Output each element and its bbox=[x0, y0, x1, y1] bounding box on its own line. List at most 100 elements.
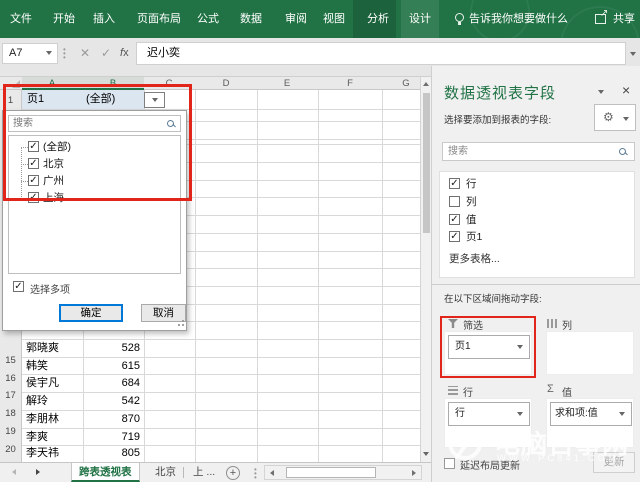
filter-item-label[interactable]: 上海 bbox=[43, 192, 64, 205]
table-row[interactable]: 侯宇凡 684 bbox=[22, 374, 197, 392]
table-row[interactable]: 解玲 542 bbox=[22, 392, 197, 410]
sheet-nav-prev-icon[interactable] bbox=[12, 469, 16, 475]
checkbox-field-values[interactable]: ✓ bbox=[449, 214, 460, 225]
rows-area[interactable]: 行 bbox=[444, 398, 532, 448]
scroll-right-icon[interactable] bbox=[412, 470, 416, 476]
new-sheet-button[interactable]: + bbox=[226, 466, 240, 480]
row-header-20[interactable]: 20 bbox=[0, 441, 21, 459]
row-header-18[interactable]: 18 bbox=[0, 405, 21, 423]
close-icon[interactable]: × bbox=[622, 82, 630, 98]
table-row[interactable]: 郭晓爽 528 bbox=[22, 339, 197, 357]
filter-item-label[interactable]: 广州 bbox=[43, 175, 64, 188]
cell-value[interactable]: 615 bbox=[82, 357, 140, 375]
vertical-scrollbar-thumb[interactable] bbox=[423, 93, 430, 233]
scroll-up-icon[interactable] bbox=[423, 82, 429, 86]
ok-button[interactable]: 确定 bbox=[59, 304, 123, 322]
checkbox-field-page1[interactable]: ✓ bbox=[449, 231, 460, 242]
table-row[interactable]: 李朋林 870 bbox=[22, 410, 197, 428]
checkbox-shanghai[interactable]: ✓ bbox=[28, 192, 39, 203]
cell-name[interactable]: 李朋林 bbox=[26, 410, 59, 428]
filter-search-input[interactable]: 搜索 bbox=[8, 115, 181, 132]
ribbon-tab-data[interactable]: 数据 bbox=[240, 0, 262, 38]
select-all-corner[interactable] bbox=[12, 80, 20, 88]
cell-name[interactable]: 郭晓爽 bbox=[26, 339, 59, 357]
ribbon-tab-file[interactable]: 文件 bbox=[10, 0, 32, 38]
col-header-D[interactable]: D bbox=[223, 77, 230, 90]
col-header-C[interactable]: C bbox=[166, 77, 173, 90]
cell-B1-filter-value[interactable]: (全部) bbox=[86, 90, 115, 109]
checkbox-beijing[interactable]: ✓ bbox=[28, 158, 39, 169]
row-header-17[interactable]: 17 bbox=[0, 387, 21, 405]
resize-grip[interactable] bbox=[176, 320, 184, 328]
vertical-scrollbar[interactable] bbox=[420, 77, 431, 462]
sheet-tab-beijing[interactable]: 北京 bbox=[148, 463, 183, 482]
columns-area[interactable] bbox=[546, 331, 634, 375]
row-header-15[interactable]: 15 bbox=[0, 352, 21, 370]
page-field-dropdown-button[interactable] bbox=[144, 92, 165, 108]
tell-me-box[interactable]: 告诉我你想要做什么 bbox=[469, 0, 568, 38]
cell-name[interactable]: 韩笑 bbox=[26, 357, 48, 375]
table-row[interactable]: 李爽 719 bbox=[22, 428, 197, 446]
field-row-values[interactable]: ✓值 bbox=[449, 214, 629, 232]
insert-function-icon[interactable]: fx bbox=[120, 43, 129, 64]
filter-item-label[interactable]: 北京 bbox=[43, 158, 64, 171]
more-tables-link[interactable]: 更多表格... bbox=[449, 251, 500, 266]
cell-value[interactable]: 542 bbox=[82, 392, 140, 410]
horizontal-scrollbar-thumb[interactable] bbox=[286, 467, 376, 478]
cancel-entry-icon[interactable]: ✕ bbox=[80, 43, 90, 64]
field-row-page1[interactable]: ✓页1 bbox=[449, 231, 629, 249]
field-row-rows[interactable]: ✓行 bbox=[449, 178, 629, 196]
table-row[interactable]: 韩笑 615 bbox=[22, 357, 197, 375]
ribbon-tab-review[interactable]: 审阅 bbox=[285, 0, 307, 38]
col-header-G[interactable]: G bbox=[402, 77, 409, 90]
cell-name[interactable]: 李爽 bbox=[26, 428, 48, 446]
cell-value[interactable]: 870 bbox=[82, 410, 140, 428]
ribbon-tab-analyze[interactable]: 分析 bbox=[367, 0, 389, 38]
name-box-dropdown-icon[interactable] bbox=[46, 51, 52, 55]
sheet-nav-next-icon[interactable] bbox=[36, 469, 40, 475]
tools-button[interactable]: ⚙ bbox=[594, 104, 636, 131]
update-button[interactable]: 更新 bbox=[593, 452, 635, 473]
ribbon-tab-view[interactable]: 视图 bbox=[323, 0, 345, 38]
scroll-down-icon[interactable] bbox=[423, 452, 429, 456]
values-area[interactable]: 求和项:值 bbox=[546, 398, 634, 448]
cell-name[interactable]: 侯宇凡 bbox=[26, 374, 59, 392]
cell-value[interactable]: 805 bbox=[82, 445, 140, 462]
ribbon-tab-insert[interactable]: 插入 bbox=[93, 0, 115, 38]
row-header-16[interactable]: 16 bbox=[0, 370, 21, 388]
checkbox-guangzhou[interactable]: ✓ bbox=[28, 175, 39, 186]
filters-area[interactable]: 页1 bbox=[444, 331, 532, 375]
col-header-B[interactable]: B bbox=[110, 77, 116, 90]
enter-entry-icon[interactable]: ✓ bbox=[101, 43, 111, 64]
col-header-E[interactable]: E bbox=[284, 77, 290, 90]
sheet-tab-pivot[interactable]: 跨表透视表 bbox=[71, 463, 140, 482]
checkbox-defer-layout[interactable] bbox=[444, 458, 455, 469]
cell-A1-page-field[interactable]: 页1 bbox=[27, 90, 44, 109]
pane-options-icon[interactable] bbox=[598, 90, 604, 94]
cell-value[interactable]: 684 bbox=[82, 374, 140, 392]
cell-value[interactable]: 528 bbox=[82, 339, 140, 357]
table-row[interactable]: 李天祎 805 bbox=[22, 445, 197, 462]
checkbox-select-multiple[interactable]: ✓ bbox=[13, 281, 24, 292]
filter-item-label[interactable]: (全部) bbox=[43, 141, 71, 154]
field-row-columns[interactable]: 列 bbox=[449, 196, 629, 214]
horizontal-scrollbar[interactable] bbox=[264, 465, 422, 480]
checkbox-select-all[interactable]: ✓ bbox=[28, 141, 39, 152]
checkbox-field-rows[interactable]: ✓ bbox=[449, 178, 460, 189]
cell-name[interactable]: 解玲 bbox=[26, 392, 48, 410]
row-header-19[interactable]: 19 bbox=[0, 423, 21, 441]
formula-bar-expand-icon[interactable] bbox=[630, 52, 636, 56]
cell-name[interactable]: 李天祎 bbox=[26, 445, 59, 462]
row-header-1[interactable]: 1 bbox=[0, 92, 21, 109]
cell-value[interactable]: 719 bbox=[82, 428, 140, 446]
ribbon-tab-formulas[interactable]: 公式 bbox=[197, 0, 219, 38]
scroll-left-icon[interactable] bbox=[270, 470, 274, 476]
share-button[interactable]: 共享 bbox=[613, 0, 635, 38]
ribbon-tab-page-layout[interactable]: 页面布局 bbox=[137, 0, 181, 38]
fields-search-input[interactable]: 搜索 bbox=[442, 142, 635, 161]
checkbox-field-columns[interactable] bbox=[449, 196, 460, 207]
ribbon-tab-home[interactable]: 开始 bbox=[53, 0, 75, 38]
col-header-F[interactable]: F bbox=[347, 77, 353, 90]
ribbon-tab-design[interactable]: 设计 bbox=[409, 0, 431, 38]
sheet-tab-truncated[interactable]: 上 ... bbox=[186, 463, 222, 482]
